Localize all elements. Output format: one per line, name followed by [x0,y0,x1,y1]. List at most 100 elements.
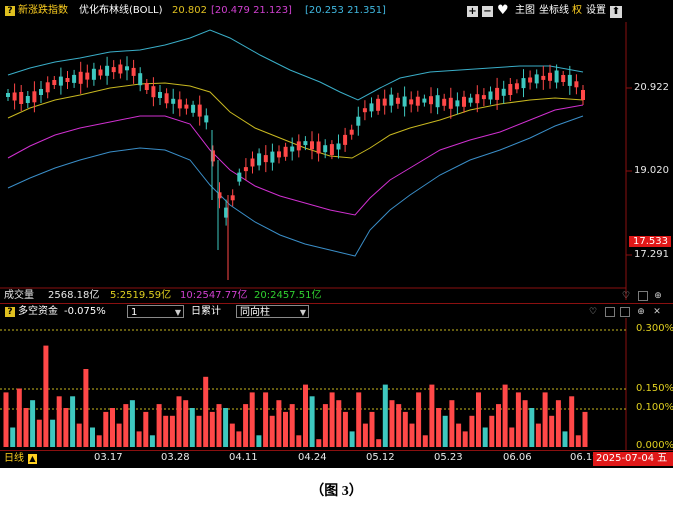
candle-body [250,158,255,167]
fund-flow-bar [376,439,382,447]
fund-flow-bar [110,408,115,447]
boll-lower-line [7,104,584,216]
fund-axis-label: 0.300% [636,323,673,334]
period-tab[interactable]: 日线 [4,452,24,466]
window-icon[interactable] [638,291,648,301]
candle-body [98,69,103,76]
current-price: 17.533 [633,236,668,247]
fund-flow-bar [382,384,388,447]
fund-flow-bar [90,427,95,447]
fund-flow-bar [342,411,348,447]
fund-flow-bar [429,384,435,447]
fund-flow-bar [56,396,62,447]
candle-body [125,66,129,71]
candle-body [574,81,579,88]
fund-flow-bar [196,415,202,447]
fund-flow-bar [422,435,428,447]
fund-flow-bar [123,404,129,447]
fund-flow-bar [216,404,222,447]
candle-body [481,95,486,100]
candle-body [151,86,156,98]
fund-flow-bar [96,435,102,447]
candle-body [277,151,281,158]
candle-body [343,134,348,145]
candle-body [448,97,453,109]
candle-body [32,91,37,103]
fund-flow-bar [409,423,415,447]
sub-panel-title: 多空资金 [18,306,58,317]
candle-body [164,93,169,104]
candle-body [429,96,433,105]
candle-body [39,89,43,95]
fund-flow-bar [529,408,535,447]
fund-flow-bar [209,411,215,447]
mode-select[interactable]: 同向柱 ▼ [236,305,309,318]
fund-axis-label: 0.150% [636,383,673,394]
candle-body [283,146,288,157]
candle-body [144,83,149,90]
fund-flow-bar [116,423,122,447]
fund-flow-bar [515,392,521,447]
candle-body [581,90,585,100]
candle-body [415,96,420,106]
candle-body [501,88,506,96]
date-label: 03.28 [161,452,190,463]
candle-body [442,98,447,106]
volume-label: 成交量 [4,290,34,301]
fund-flow-bar [476,392,481,447]
fund-flow-bar [549,415,555,447]
candle-body [65,78,70,82]
candle-body [12,92,17,101]
fund-flow-bar [183,400,189,447]
candle-body [541,75,546,80]
fund-flow-bar [449,400,455,447]
boll-outer-line [7,115,584,257]
fund-flow-bar [43,345,49,447]
help-icon[interactable]: ? [5,307,15,317]
zoom-icon[interactable]: ⊕ [653,291,663,301]
candle-body [528,77,533,83]
param-select[interactable]: 1 ▼ [127,305,184,318]
price-chart[interactable] [0,0,673,300]
window-icon[interactable] [620,307,630,317]
fund-flow-bar [303,384,308,447]
candle-body [197,104,202,117]
candle-body [72,74,77,83]
zoom-icon[interactable]: ⊕ [636,307,646,317]
fund-flow-chart[interactable] [0,318,673,450]
price-label-low: 17.291 [634,249,669,260]
candle-body [356,116,361,126]
candle-body [25,96,30,103]
warning-icon[interactable]: ▲ [28,454,37,464]
fund-flow-bar [309,396,315,447]
fund-flow-bar [402,411,408,447]
candle-body [382,98,387,106]
fund-flow-bar [283,411,288,447]
param-select-value: 1 [131,307,138,318]
figure-caption: （图 3） [310,484,363,499]
candle-body [468,97,473,103]
fund-flow-bar [229,423,235,447]
fund-flow-bar [569,396,575,447]
window-icon[interactable] [605,307,615,317]
candle-body [263,155,268,163]
candle-body [257,153,262,166]
close-icon[interactable]: ✕ [652,307,662,317]
fund-flow-bar [349,431,355,447]
sub-panel-header: ? 多空资金 -0.075% 1 ▼ 日累计 同向柱 ▼ ♡ ⊕ ✕ [0,303,673,319]
candle-body [369,103,374,112]
candle-body [395,97,400,104]
candle-body [534,74,539,84]
candle-body [362,108,367,113]
fund-flow-bar [416,392,422,447]
fund-flow-bar [496,404,501,447]
fund-flow-bar [223,408,229,447]
candle-body [488,91,493,100]
candle-body [6,93,10,97]
fund-flow-bar [575,435,581,447]
heart-icon[interactable]: ♡ [588,307,598,317]
candle-body [455,100,460,107]
candle-body [567,74,572,86]
fund-flow-bar [143,411,149,447]
heart-icon[interactable]: ♡ [621,291,631,301]
